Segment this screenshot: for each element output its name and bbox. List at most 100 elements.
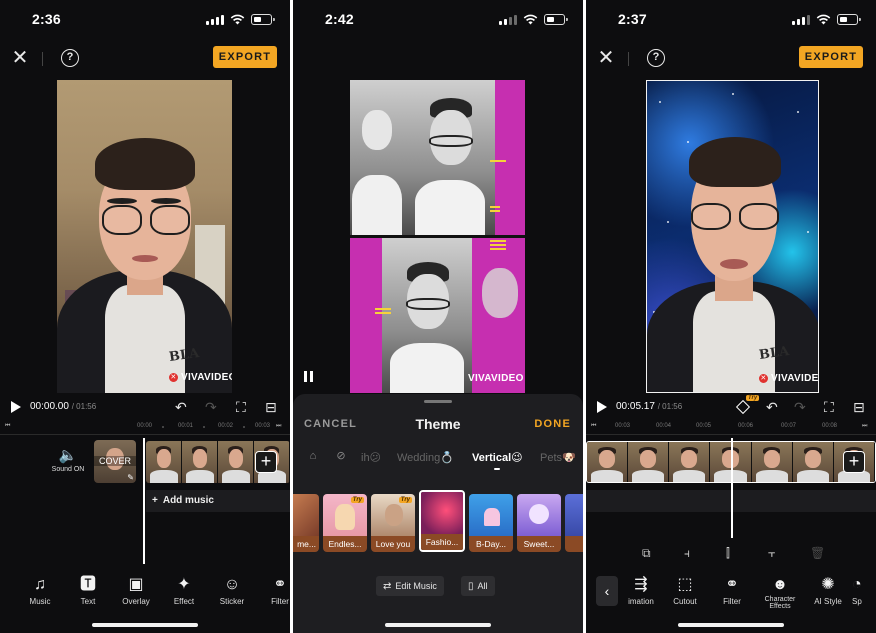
- tab-music[interactable]: ♫ Music: [16, 576, 64, 606]
- keyframe-icon[interactable]: [735, 399, 751, 415]
- fullscreen-icon[interactable]: ⛶: [824, 399, 834, 415]
- play-icon[interactable]: [597, 401, 607, 413]
- watermark-text: VIVAVIDEO: [181, 372, 232, 383]
- all-button[interactable]: ▯ All: [461, 576, 495, 596]
- add-music-track[interactable]: + Add music: [146, 490, 290, 512]
- ruler-end-icon: ⏭: [276, 423, 282, 429]
- split-right-icon[interactable]: ⫟: [768, 545, 775, 561]
- add-clip-button[interactable]: +: [255, 451, 277, 473]
- split-icon[interactable]: ⫿: [726, 545, 730, 561]
- timecode: 00:05.17 / 01:56: [616, 401, 683, 412]
- theme-card-selected[interactable]: Fashio...: [419, 490, 465, 552]
- pause-icon[interactable]: [304, 371, 313, 382]
- theme-card[interactable]: Try Love you: [371, 494, 415, 552]
- ruler-divider: [586, 434, 876, 435]
- cover-label: COVER: [94, 456, 136, 466]
- tab-animation[interactable]: ⇶ imation: [617, 576, 665, 606]
- playhead[interactable]: [143, 438, 145, 564]
- tab-speed[interactable]: ◔ Sp: [852, 576, 876, 606]
- export-button[interactable]: EXPORT: [213, 46, 277, 68]
- video-preview[interactable]: BLA ✕ VIVAVIDEO: [57, 80, 232, 393]
- preview-tile: [350, 80, 405, 235]
- collapse-panel-icon[interactable]: ⊟: [265, 399, 277, 415]
- split-left-icon[interactable]: ⫞: [684, 545, 690, 561]
- sheet-grabber[interactable]: [424, 400, 452, 403]
- watermark[interactable]: ✕ VIVAVIDEO: [169, 372, 232, 383]
- speed-icon: ◔: [852, 576, 862, 593]
- wifi-icon: [816, 14, 831, 25]
- tab-ai-style[interactable]: ✺ AI Style: [804, 576, 852, 606]
- tab-character-effects[interactable]: ☻ Character Effects: [756, 576, 804, 610]
- cover-thumbnail[interactable]: COVER ✎: [94, 440, 136, 483]
- remove-watermark-icon[interactable]: ✕: [759, 374, 768, 383]
- edit-music-button[interactable]: ⇄ Edit Music: [376, 576, 444, 596]
- close-icon[interactable]: ✕: [596, 48, 616, 68]
- timecode: 00:00.00 / 01:56: [30, 401, 97, 412]
- tab-text[interactable]: 🆃 Text: [64, 576, 112, 606]
- playback-controls: 00:05.17 / 01:56 Try ↶ ↷ ⛶ ⊟: [586, 395, 876, 418]
- redo-icon: ↷: [205, 399, 217, 415]
- tab-filter[interactable]: ⚭ Filter: [708, 576, 756, 606]
- animation-icon: ⇶: [634, 576, 648, 593]
- character-effects-icon: ☻: [772, 576, 788, 593]
- no-theme-icon[interactable]: ⊘: [335, 450, 347, 462]
- theme-card[interactable]: Sweet...: [517, 494, 561, 552]
- play-icon[interactable]: [11, 401, 21, 413]
- theme-card[interactable]: [565, 494, 583, 552]
- ruler-mark: 00:04: [656, 423, 672, 429]
- remove-watermark-icon[interactable]: ✕: [169, 373, 178, 382]
- signal-icon: [206, 14, 224, 25]
- collapse-panel-icon[interactable]: ⊟: [853, 399, 865, 415]
- status-time: 2:42: [325, 11, 354, 27]
- theme-preview[interactable]: VIVAVIDEO: [350, 80, 525, 393]
- category-tab[interactable]: ih😕: [361, 451, 381, 464]
- top-bar: ✕ ? EXPORT: [0, 44, 290, 74]
- fullscreen-icon[interactable]: ⛶: [236, 399, 246, 415]
- try-badge: Try: [746, 395, 760, 401]
- theme-card[interactable]: me...: [293, 494, 319, 552]
- video-preview[interactable]: BLA ✕ VIVAVIDEO: [646, 80, 819, 393]
- watermark[interactable]: ✕ VIVAVIDEO: [759, 373, 818, 384]
- preview-tile: [405, 80, 495, 235]
- close-icon[interactable]: ✕: [10, 48, 30, 68]
- preview-tile: [472, 238, 525, 393]
- add-clip-button[interactable]: +: [843, 451, 865, 473]
- export-button[interactable]: EXPORT: [799, 46, 863, 68]
- clip-frame: [628, 442, 670, 482]
- help-icon[interactable]: ?: [647, 49, 665, 67]
- overlay-icon: ▣: [128, 576, 144, 593]
- bottom-toolbar: ⇶ imation ⬚ Cutout ⚭ Filter ☻ Character Effe…: [586, 576, 876, 610]
- divider: [628, 52, 629, 66]
- category-tab[interactable]: Pets🐶: [540, 451, 576, 464]
- clip-frame: [792, 442, 834, 482]
- time-ruler: ⏮ 00:03 00:04 00:05 00:06 00:07 00:08 ⏭: [586, 421, 876, 433]
- theme-card[interactable]: Try Endles...: [323, 494, 367, 552]
- wifi-icon: [230, 14, 245, 25]
- decor-bars: [375, 308, 391, 316]
- category-tab[interactable]: Wedding💍: [397, 451, 454, 464]
- tab-cutout[interactable]: ⬚ Cutout: [661, 576, 709, 606]
- ruler-mark: 00:08: [822, 423, 838, 429]
- undo-icon[interactable]: ↶: [766, 399, 778, 415]
- theme-card[interactable]: B-Day...: [469, 494, 513, 552]
- tab-sticker[interactable]: ☺ Sticker: [208, 576, 256, 606]
- playback-controls: 00:00.00 / 01:56 ↶ ↷ ⛶ ⊟: [0, 398, 290, 418]
- status-bar: 2:37: [586, 0, 876, 40]
- music-edit-icon: ⇄: [383, 581, 392, 592]
- undo-icon[interactable]: ↶: [175, 399, 187, 415]
- category-tab-active[interactable]: Vertical😉: [472, 451, 523, 470]
- tab-overlay[interactable]: ▣ Overlay: [112, 576, 160, 606]
- store-icon[interactable]: ⌂: [307, 450, 319, 462]
- playhead[interactable]: [731, 438, 733, 538]
- done-button[interactable]: DONE: [534, 418, 571, 430]
- tab-filter[interactable]: ⚭ Filter: [256, 576, 290, 606]
- duplicate-icon[interactable]: ⧉: [642, 545, 651, 561]
- help-icon[interactable]: ?: [61, 49, 79, 67]
- ruler-start-icon: ⏮: [5, 423, 11, 429]
- status-icons: [206, 14, 275, 25]
- tab-effect[interactable]: ✦ Effect: [160, 576, 208, 606]
- decor-bars: [490, 206, 500, 214]
- sound-toggle[interactable]: 🔈 Sound ON: [46, 448, 90, 474]
- filter-icon: ⚭: [273, 576, 287, 593]
- editor-screen-1: 2:36 ✕ ? EXPORT BLA ✕ VIVAVIDEO 00:00.00…: [0, 0, 290, 633]
